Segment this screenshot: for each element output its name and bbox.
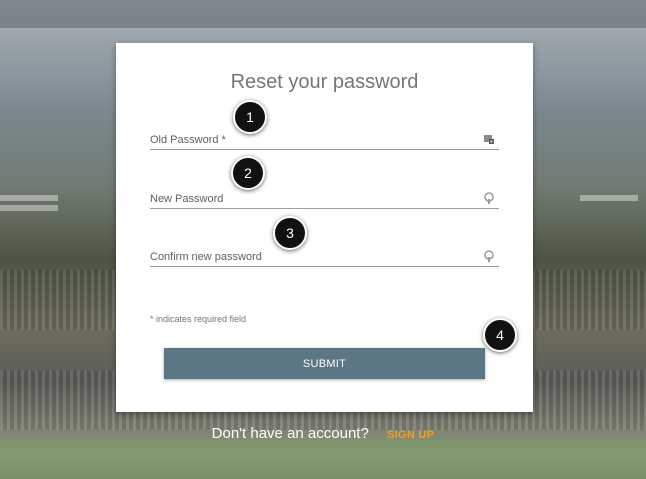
key-icon[interactable]: [483, 192, 495, 204]
password-manager-icon[interactable]: [483, 133, 495, 145]
callout-badge-3: 3: [273, 216, 307, 250]
confirm-password-field[interactable]: Confirm new password: [150, 244, 499, 267]
submit-button[interactable]: SUBMIT: [164, 348, 485, 379]
no-account-text: Don't have an account?: [211, 425, 369, 442]
callout-badge-2: 2: [231, 156, 265, 190]
confirm-password-label: Confirm new password: [150, 251, 262, 263]
ball-field: [0, 440, 646, 479]
callout-badge-1: 1: [233, 100, 267, 134]
reset-password-card: Reset your password Old Password * New P…: [116, 43, 533, 412]
key-icon[interactable]: [483, 250, 495, 262]
new-password-label: New Password: [150, 193, 224, 205]
old-password-label: Old Password *: [150, 134, 226, 146]
stadium-light: [0, 195, 58, 201]
callout-badge-4: 4: [483, 318, 517, 352]
stadium-light: [0, 205, 58, 211]
old-password-field[interactable]: Old Password *: [150, 127, 499, 150]
page-title: Reset your password: [230, 71, 419, 93]
required-field-note: * indicates required field: [150, 314, 247, 324]
stadium-light: [580, 195, 638, 201]
sign-up-link[interactable]: SIGN UP: [387, 429, 434, 441]
top-band: [0, 0, 646, 28]
signup-prompt: Don't have an account? SIGN UP: [0, 425, 646, 442]
new-password-field[interactable]: New Password: [150, 186, 499, 209]
